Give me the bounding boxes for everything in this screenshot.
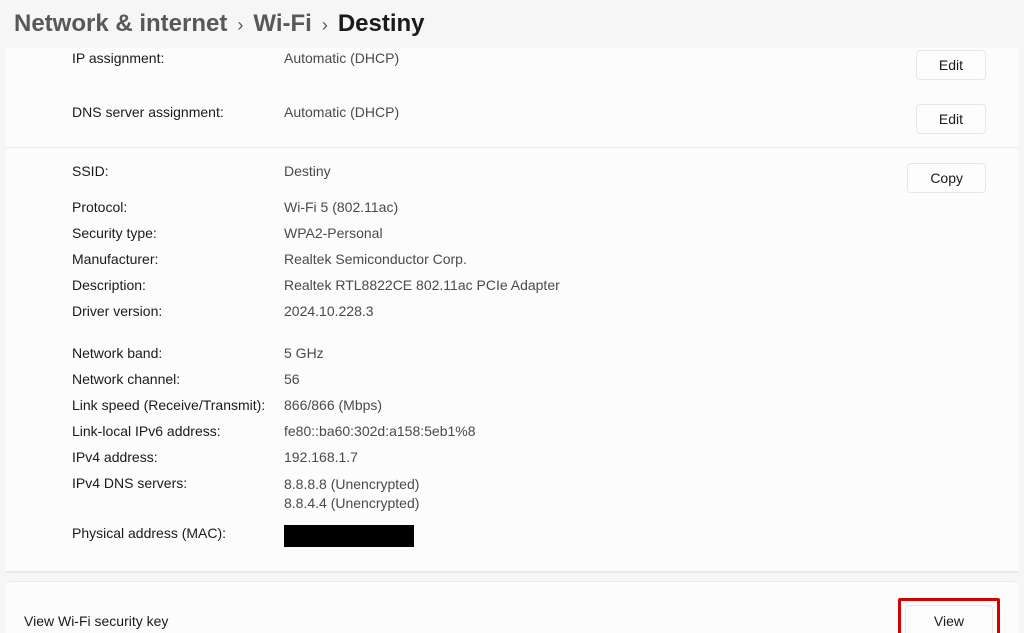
ssid-value: Destiny (284, 163, 898, 179)
link-speed-value: 866/866 (Mbps) (284, 397, 898, 413)
ipv4-address-value: 192.168.1.7 (284, 449, 898, 465)
link-speed-label: Link speed (Receive/Transmit): (6, 397, 284, 413)
ip-assignment-row: IP assignment: Automatic (DHCP) Edit (6, 50, 1018, 83)
chevron-right-icon: › (312, 15, 338, 36)
view-security-key-button[interactable]: View (905, 605, 993, 633)
security-key-label: View Wi-Fi security key (24, 613, 168, 629)
link-local-ipv6-row: Link-local IPv6 address: fe80::ba60:302d… (6, 420, 1018, 446)
dns-assignment-row: DNS server assignment: Automatic (DHCP) … (6, 101, 1018, 137)
edit-dns-button[interactable]: Edit (916, 104, 986, 134)
view-button-highlight: View (898, 598, 1000, 633)
copy-button[interactable]: Copy (907, 163, 986, 193)
description-label: Description: (6, 277, 284, 293)
network-channel-label: Network channel: (6, 371, 284, 387)
link-local-ipv6-value: fe80::ba60:302d:a158:5eb1%8 (284, 423, 898, 439)
breadcrumb-level-1[interactable]: Network & internet (14, 10, 227, 38)
ssid-row: SSID: Destiny Copy (6, 160, 1018, 196)
security-key-panel: View Wi-Fi security key View (6, 581, 1018, 633)
ip-assignment-value: Automatic (DHCP) (284, 50, 898, 66)
network-details-section: SSID: Destiny Copy Protocol: Wi-Fi 5 (80… (6, 148, 1018, 572)
breadcrumb: Network & internet › Wi-Fi › Destiny (0, 0, 1024, 48)
mac-address-value (284, 525, 898, 550)
dns-assignment-label: DNS server assignment: (6, 104, 284, 120)
manufacturer-label: Manufacturer: (6, 251, 284, 267)
edit-ip-button[interactable]: Edit (916, 50, 986, 80)
network-channel-row: Network channel: 56 (6, 368, 1018, 394)
manufacturer-value: Realtek Semiconductor Corp. (284, 251, 898, 267)
ipv4-address-label: IPv4 address: (6, 449, 284, 465)
network-band-value: 5 GHz (284, 345, 898, 361)
dns-assignment-value: Automatic (DHCP) (284, 104, 898, 120)
ipv4-dns-row: IPv4 DNS servers: 8.8.8.8 (Unencrypted) … (6, 472, 1018, 516)
breadcrumb-level-2[interactable]: Wi-Fi (253, 10, 311, 38)
network-band-label: Network band: (6, 345, 284, 361)
driver-version-label: Driver version: (6, 303, 284, 319)
ipv4-dns-value-1: 8.8.8.8 (Unencrypted) (284, 475, 898, 494)
mac-address-row: Physical address (MAC): (6, 522, 1018, 553)
protocol-value: Wi-Fi 5 (802.11ac) (284, 199, 898, 215)
protocol-row: Protocol: Wi-Fi 5 (802.11ac) (6, 196, 1018, 222)
ipv4-dns-label: IPv4 DNS servers: (6, 475, 284, 491)
description-value: Realtek RTL8822CE 802.11ac PCIe Adapter (284, 277, 898, 293)
description-row: Description: Realtek RTL8822CE 802.11ac … (6, 274, 1018, 300)
security-type-label: Security type: (6, 225, 284, 241)
link-local-ipv6-label: Link-local IPv6 address: (6, 423, 284, 439)
ipv4-dns-value: 8.8.8.8 (Unencrypted) 8.8.4.4 (Unencrypt… (284, 475, 898, 513)
security-type-value: WPA2-Personal (284, 225, 898, 241)
network-channel-value: 56 (284, 371, 898, 387)
manufacturer-row: Manufacturer: Realtek Semiconductor Corp… (6, 248, 1018, 274)
wifi-details-panel: IP assignment: Automatic (DHCP) Edit DNS… (6, 48, 1018, 573)
mac-address-label: Physical address (MAC): (6, 525, 284, 541)
ip-assignment-section: IP assignment: Automatic (DHCP) Edit DNS… (6, 48, 1018, 148)
chevron-right-icon: › (227, 15, 253, 36)
ipv4-address-row: IPv4 address: 192.168.1.7 (6, 446, 1018, 472)
network-band-row: Network band: 5 GHz (6, 342, 1018, 368)
security-type-row: Security type: WPA2-Personal (6, 222, 1018, 248)
ssid-label: SSID: (6, 163, 284, 179)
link-speed-row: Link speed (Receive/Transmit): 866/866 (… (6, 394, 1018, 420)
driver-version-row: Driver version: 2024.10.228.3 (6, 300, 1018, 326)
driver-version-value: 2024.10.228.3 (284, 303, 898, 319)
protocol-label: Protocol: (6, 199, 284, 215)
mac-address-redacted (284, 525, 414, 547)
ip-assignment-label: IP assignment: (6, 50, 284, 66)
breadcrumb-level-3: Destiny (338, 10, 425, 38)
ipv4-dns-value-2: 8.8.4.4 (Unencrypted) (284, 494, 898, 513)
